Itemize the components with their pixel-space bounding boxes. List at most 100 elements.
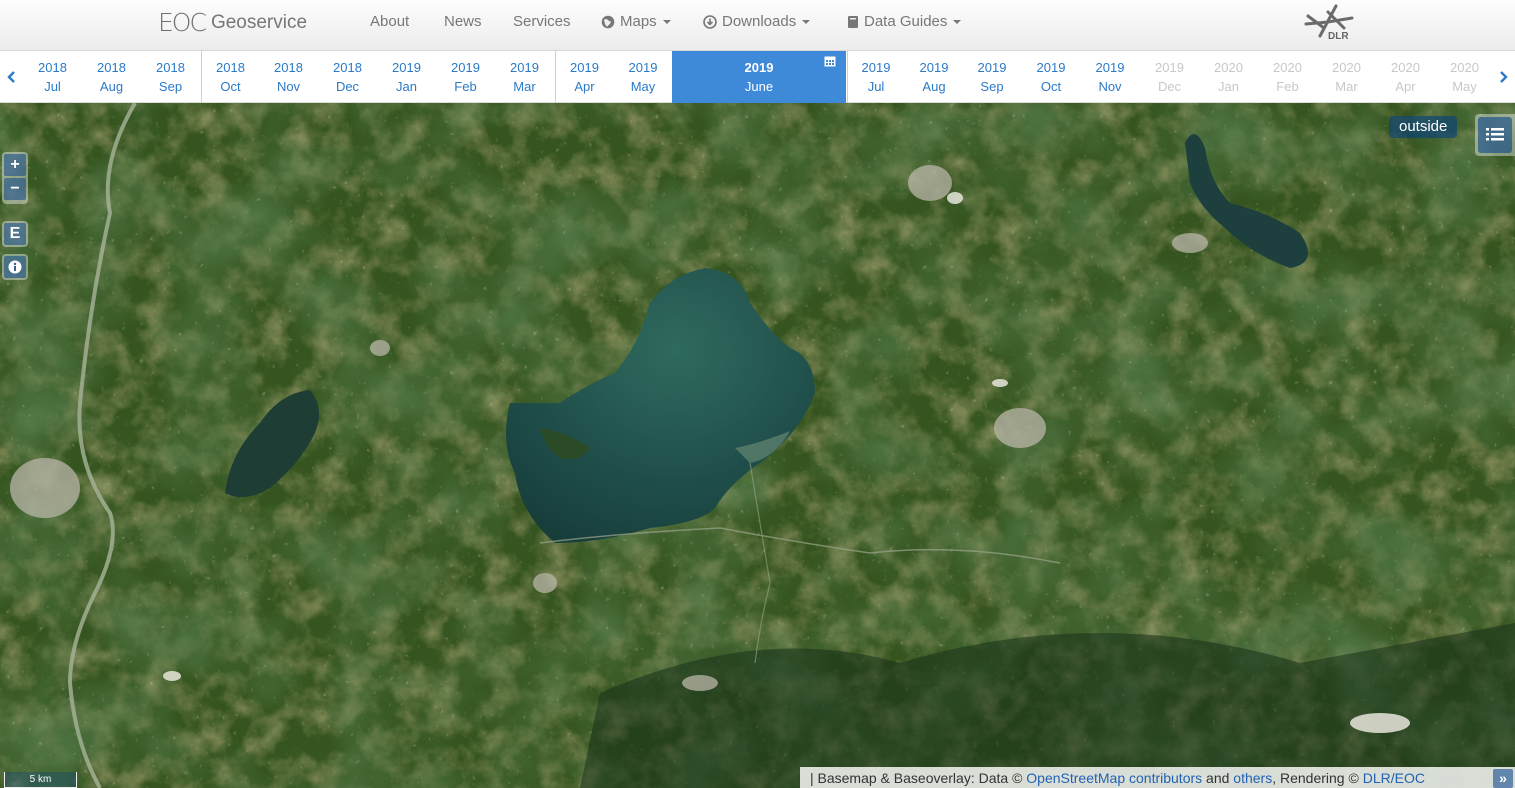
timeline-month: Oct	[220, 79, 241, 94]
timeline-year: 2019	[628, 60, 658, 75]
timeline-month: Jul	[44, 79, 61, 94]
eoc-logo: EOC	[158, 8, 207, 37]
timeline-month: Apr	[574, 79, 595, 94]
timeline-month-2019-oct[interactable]: 2019 Oct	[1022, 51, 1080, 103]
info-control	[2, 254, 28, 280]
timeline-year: 2020	[1332, 60, 1361, 75]
others-link[interactable]: others	[1233, 770, 1272, 786]
timeline-month: Oct	[1040, 79, 1062, 94]
timeline-month-2019-aug[interactable]: 2019 Aug	[905, 51, 963, 103]
nav-maps-label: Maps	[620, 13, 657, 30]
brand[interactable]: EOC Geoservice	[158, 8, 307, 37]
timeline-month: Aug	[99, 79, 124, 94]
calendar-icon[interactable]	[824, 55, 836, 67]
export-button[interactable]: E	[4, 223, 26, 245]
nav-services[interactable]: Services	[513, 13, 571, 30]
dlr-label: DLR	[1328, 31, 1349, 42]
timeline-year: 2020	[1214, 60, 1243, 75]
satellite-map[interactable]: + − E	[0, 103, 1515, 788]
timeline-month: Dec	[335, 79, 360, 94]
export-control: E	[2, 221, 28, 247]
timeline-year: 2019	[1036, 60, 1066, 75]
timeline-month-2019-jul[interactable]: 2019 Jul	[847, 51, 905, 103]
timeline-year: 2018	[97, 60, 126, 75]
timeline-month-2019-may[interactable]: 2019 May	[614, 51, 672, 103]
timeline-month-2019-nov[interactable]: 2019 Nov	[1081, 51, 1139, 103]
nav-news-label: News	[444, 13, 482, 30]
timeline-year: 2018	[274, 60, 303, 75]
timeline-month-2018-dec[interactable]: 2018 Dec	[318, 51, 377, 103]
timeline-month-2020-mar: 2020 Mar	[1317, 51, 1376, 103]
nav-services-label: Services	[513, 13, 571, 30]
zoom-out-button[interactable]: −	[4, 178, 26, 200]
timeline-month-2018-aug[interactable]: 2018 Aug	[82, 51, 141, 103]
timeline-month: Jan	[1218, 79, 1239, 94]
timeline-year: 2020	[1391, 60, 1420, 75]
timeline-year: 2020	[1273, 60, 1302, 75]
info-button[interactable]	[4, 256, 26, 278]
outside-toggle[interactable]: outside	[1389, 116, 1458, 138]
timeline-month: Nov	[1098, 79, 1122, 94]
nav-about[interactable]: About	[370, 13, 409, 30]
timeline-year: 2019	[861, 60, 891, 75]
timeline-month: Mar	[513, 79, 536, 94]
timeline-month-2019-mar[interactable]: 2019 Mar	[495, 51, 554, 103]
timeline-month: Aug	[922, 79, 946, 94]
timeline-year: 2018	[156, 60, 185, 75]
zoom-in-button[interactable]: +	[4, 154, 26, 176]
layer-switcher-button[interactable]	[1475, 114, 1515, 156]
timeline-month-2018-oct[interactable]: 2018 Oct	[201, 51, 260, 103]
chevron-left-icon	[7, 71, 15, 83]
osm-link[interactable]: OpenStreetMap contributors	[1026, 770, 1202, 786]
timeline-year: 2018	[333, 60, 362, 75]
timeline-month: Sep	[980, 79, 1004, 94]
timeline-month-2019-june[interactable]: 2019 June	[672, 51, 846, 103]
attribution-collapse-button[interactable]: »	[1493, 769, 1513, 788]
timeline-month-2018-nov[interactable]: 2018 Nov	[259, 51, 318, 103]
timeline-year: 2018	[38, 60, 67, 75]
timeline-month: Mar	[1335, 79, 1358, 94]
timeline-year: 2019	[1155, 60, 1184, 75]
timeline-month-2019-dec: 2019 Dec	[1140, 51, 1199, 103]
globe-icon	[601, 15, 615, 28]
timeline-month-2019-sep[interactable]: 2019 Sep	[963, 51, 1021, 103]
timeline-month: Apr	[1395, 79, 1416, 94]
timeline-year: 2019	[744, 60, 774, 75]
timeline-month-2020-may: 2020 May	[1435, 51, 1494, 103]
timeline-prev-button[interactable]	[0, 51, 22, 103]
brand-name: Geoservice	[210, 11, 308, 33]
caret-down-icon	[662, 19, 671, 24]
timeline-month-2020-apr: 2020 Apr	[1376, 51, 1435, 103]
attribution-prefix: | Basemap & Baseoverlay: Data ©	[810, 770, 1023, 786]
zoom-control: + −	[2, 152, 28, 204]
timeline-year: 2019	[570, 60, 599, 75]
scale-bar: 5 km	[4, 772, 77, 788]
nav-news[interactable]: News	[444, 13, 482, 30]
caret-down-icon	[802, 19, 811, 24]
timeline-month: Feb	[454, 79, 477, 94]
timeline-year: 2019	[451, 60, 480, 75]
navbar: EOC Geoservice About News Services Maps …	[0, 0, 1515, 51]
timeline-month-2018-sep[interactable]: 2018 Sep	[141, 51, 200, 103]
nav-maps-dropdown[interactable]: Maps	[601, 13, 671, 30]
timeline-month-2019-feb[interactable]: 2019 Feb	[436, 51, 495, 103]
timeline-month-2018-jul[interactable]: 2018 Jul	[23, 51, 82, 103]
dlr-eoc-link[interactable]: DLR/EOC	[1363, 770, 1425, 786]
timeline-year: 2020	[1450, 60, 1479, 75]
timeline-month-2019-jan[interactable]: 2019 Jan	[377, 51, 436, 103]
list-icon	[1486, 128, 1504, 141]
timeline-month-2020-jan: 2020 Jan	[1199, 51, 1258, 103]
timeline-year: 2019	[510, 60, 539, 75]
info-icon	[8, 260, 22, 274]
nav-downloads-dropdown[interactable]: Downloads	[703, 13, 811, 30]
timeline-month-2019-apr[interactable]: 2019 Apr	[555, 51, 614, 103]
timeline-month: Jul	[867, 79, 885, 94]
timeline-next-button[interactable]	[1493, 51, 1515, 103]
timeline-month: May	[1452, 79, 1477, 94]
timeline-year: 2019	[392, 60, 421, 75]
nav-data-guides-dropdown[interactable]: Data Guides	[847, 13, 962, 30]
attribution-rendering: , Rendering ©	[1272, 770, 1359, 786]
book-icon	[848, 15, 858, 28]
satellite-imagery[interactable]	[0, 103, 1515, 788]
timeline-month-2020-feb: 2020 Feb	[1258, 51, 1317, 103]
